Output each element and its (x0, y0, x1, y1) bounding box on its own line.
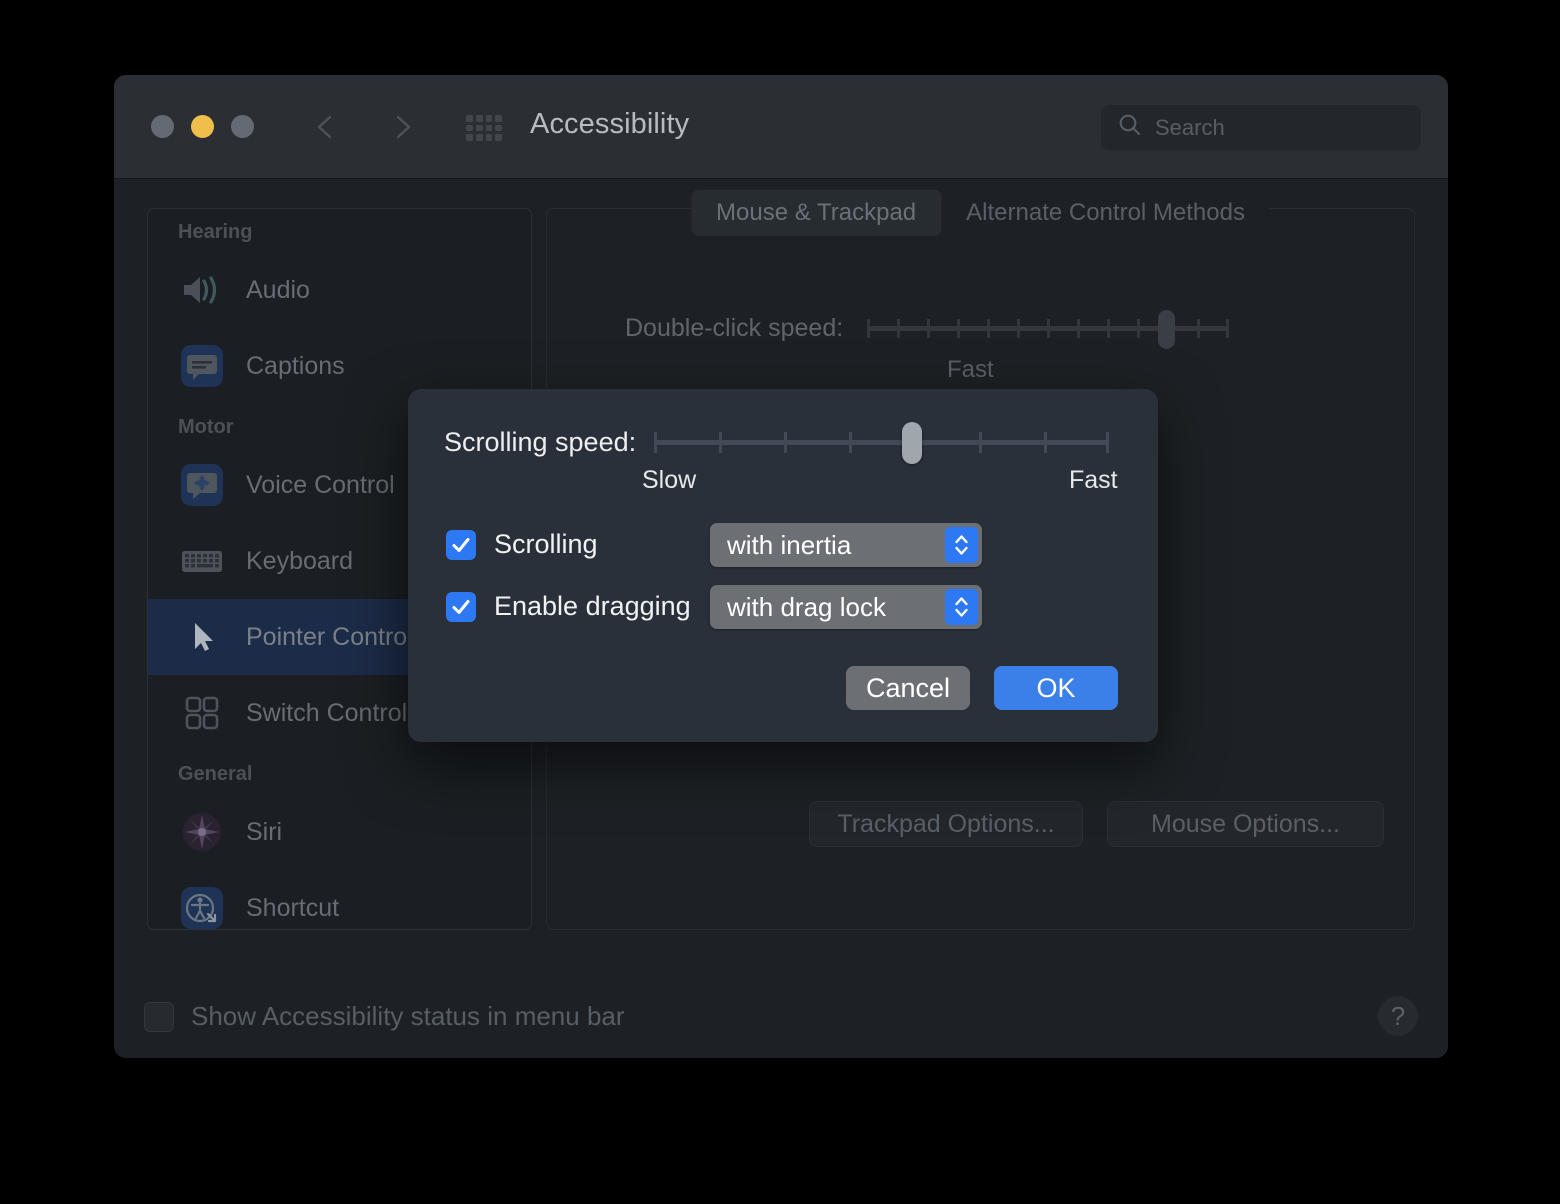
enable-dragging-checkbox-row[interactable]: Enable dragging (446, 591, 691, 622)
shortcut-icon (178, 884, 226, 929)
scrolling-checkbox-row[interactable]: Scrolling (446, 529, 598, 560)
scrolling-speed-slider[interactable] (654, 422, 1110, 464)
dragging-popup-value: with drag lock (727, 591, 886, 622)
dragging-popup-button[interactable]: with drag lock (710, 585, 982, 629)
sidebar-item-label: Switch Control (246, 698, 408, 727)
sidebar-item-label: Voice Control (246, 470, 395, 499)
scrolling-popup-value: with inertia (727, 529, 852, 560)
window-titlebar: Accessibility Search (114, 75, 1448, 179)
sidebar-item-shortcut[interactable]: Shortcut (148, 870, 531, 929)
search-icon (1117, 112, 1143, 143)
voice-control-icon (178, 461, 226, 509)
speaker-icon (178, 266, 226, 314)
double-click-fast-label: Fast (947, 356, 994, 383)
scrolling-speed-thumb[interactable] (902, 422, 923, 464)
trackpad-options-dialog: Scrolling speed: Slow Fast Scrolling wit… (408, 389, 1158, 742)
sidebar-item-siri[interactable]: Siri (148, 794, 531, 870)
forward-chevron-icon[interactable] (386, 111, 418, 143)
scrolling-popup-button[interactable]: with inertia (710, 523, 982, 567)
show-status-checkbox-row[interactable]: Show Accessibility status in menu bar (144, 1001, 625, 1032)
tab-alternate-control-methods[interactable]: Alternate Control Methods (941, 190, 1270, 236)
traffic-lights (151, 115, 254, 138)
siri-icon (178, 808, 226, 856)
ok-button[interactable]: OK (994, 666, 1118, 710)
chevron-updown-icon[interactable] (945, 527, 978, 563)
switch-control-icon (178, 689, 226, 737)
tab-mouse-trackpad[interactable]: Mouse & Trackpad (691, 190, 942, 236)
double-click-speed-label: Double-click speed: (625, 314, 844, 342)
search-field[interactable]: Search (1101, 105, 1421, 150)
scrolling-speed-slow-label: Slow (642, 466, 697, 494)
sidebar-group-hearing: Hearing (178, 221, 253, 243)
scrolling-checkbox-label: Scrolling (494, 529, 598, 559)
sidebar-item-audio[interactable]: Audio (148, 252, 531, 328)
sidebar-item-label: Siri (246, 817, 283, 846)
close-button[interactable] (151, 115, 174, 138)
zoom-button[interactable] (231, 115, 254, 138)
sidebar-item-label: Keyboard (246, 546, 354, 575)
enable-dragging-checkbox-label: Enable dragging (494, 591, 691, 621)
scrolling-speed-row: Scrolling speed: (444, 422, 1110, 464)
search-placeholder: Search (1155, 114, 1225, 140)
sidebar-group-general: General (178, 763, 253, 785)
scrolling-speed-fast-label: Fast (1069, 466, 1118, 494)
sidebar-item-label: Captions (246, 351, 345, 380)
back-chevron-icon[interactable] (310, 111, 342, 143)
help-button[interactable]: ? (1378, 996, 1418, 1036)
scrolling-speed-label: Scrolling speed: (444, 427, 637, 457)
page-title: Accessibility (530, 108, 690, 140)
enable-dragging-checkbox[interactable] (446, 591, 476, 622)
pointer-icon (178, 613, 226, 661)
mouse-options-button[interactable]: Mouse Options... (1107, 801, 1384, 847)
double-click-speed-slider[interactable] (867, 310, 1230, 349)
scrolling-checkbox[interactable] (446, 529, 476, 560)
double-click-speed-row: Double-click speed: (625, 310, 1230, 349)
sidebar-item-label: Pointer Control (246, 622, 413, 651)
trackpad-options-button[interactable]: Trackpad Options... (809, 801, 1083, 847)
chevron-updown-icon[interactable] (945, 589, 978, 625)
sidebar-item-label: Audio (246, 275, 310, 304)
show-status-label: Show Accessibility status in menu bar (191, 1001, 625, 1031)
sidebar-item-label: Shortcut (246, 893, 340, 922)
minimize-button[interactable] (191, 115, 214, 138)
grid-icon[interactable] (466, 115, 502, 141)
tab-bar: Mouse & Trackpad Alternate Control Metho… (691, 190, 1270, 236)
captions-icon (178, 342, 226, 390)
show-status-checkbox[interactable] (144, 1001, 174, 1032)
cancel-button[interactable]: Cancel (846, 666, 970, 710)
keyboard-icon (178, 537, 226, 585)
dialog-buttons: Cancel OK (846, 666, 1118, 710)
double-click-speed-thumb[interactable] (1158, 310, 1176, 349)
